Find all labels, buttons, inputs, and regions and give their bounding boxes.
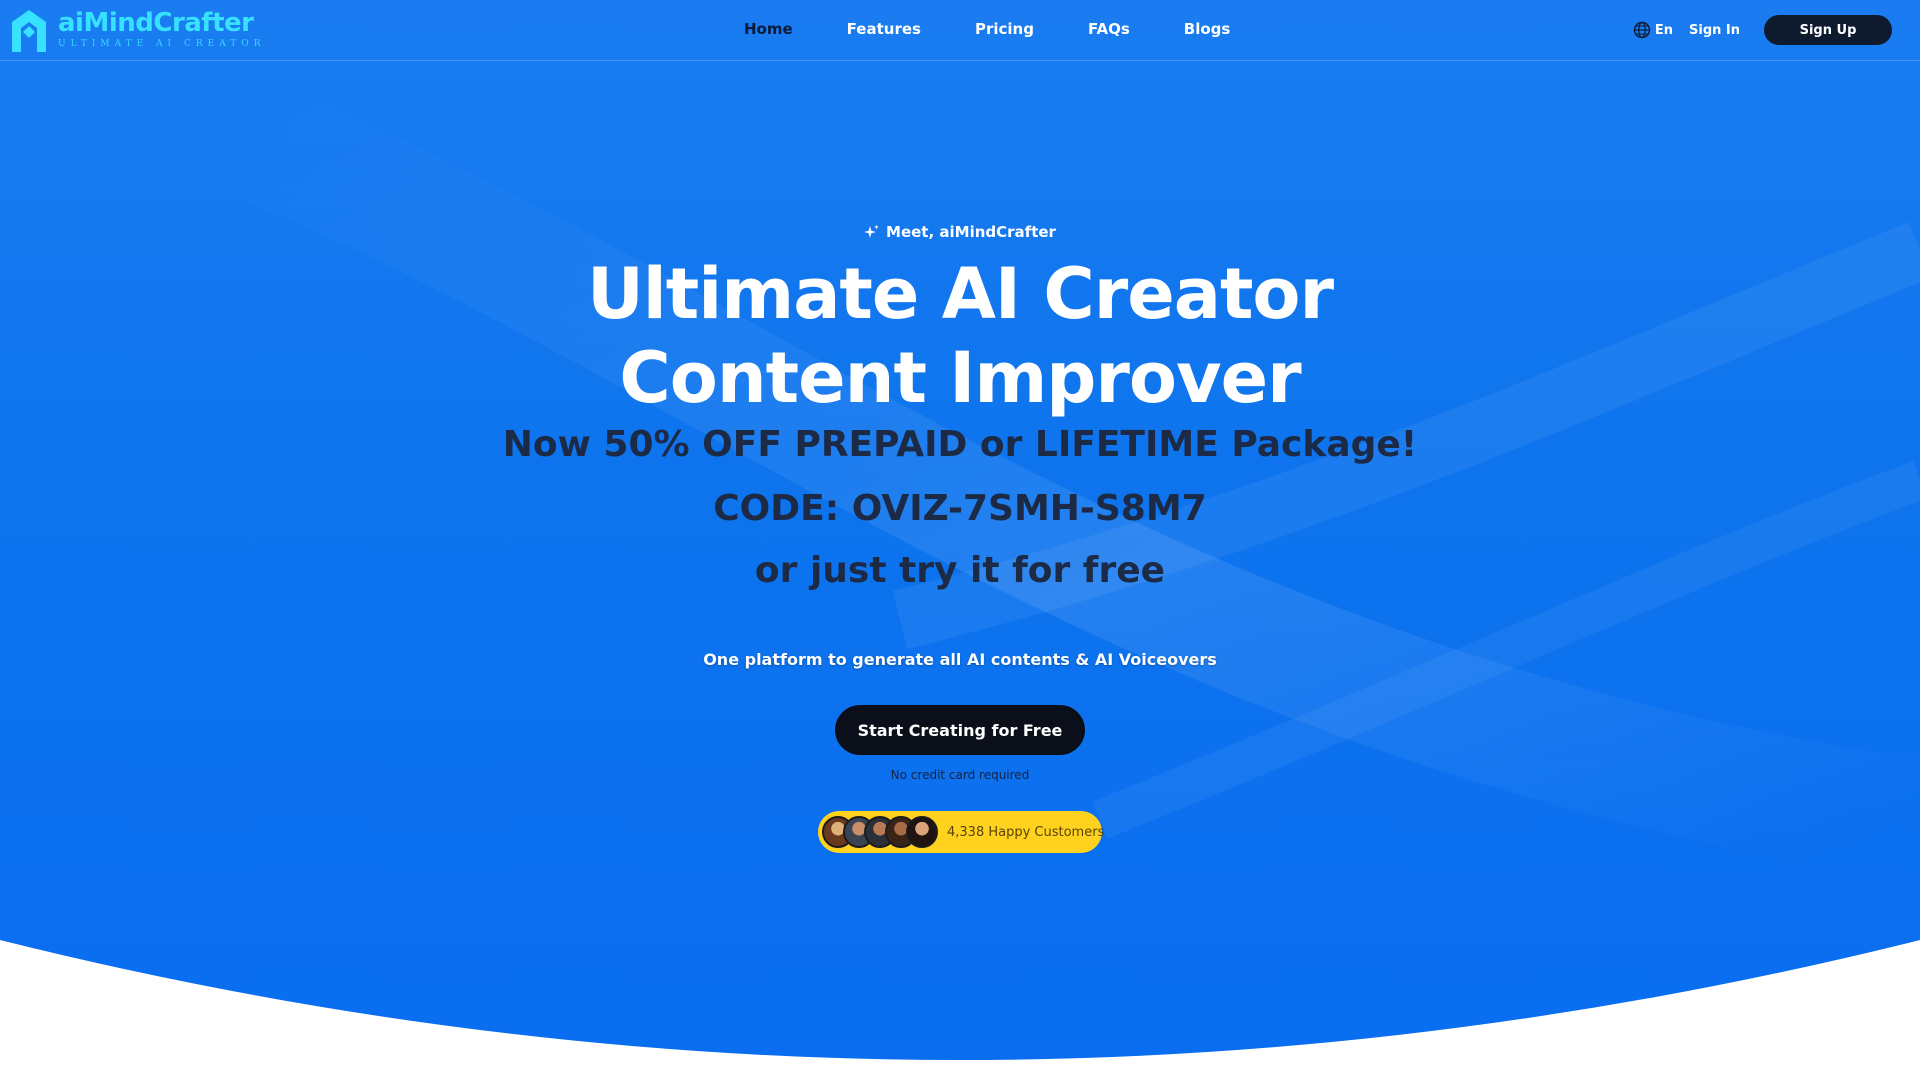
nav-item-faqs[interactable]: FAQs bbox=[1088, 20, 1130, 38]
nav-item-blogs[interactable]: Blogs bbox=[1184, 20, 1231, 38]
try-free-text: or just try it for free bbox=[754, 550, 1166, 591]
bottom-curve-divider bbox=[0, 940, 1920, 1080]
happy-customers-label: 4,338 Happy Customers bbox=[947, 824, 1105, 840]
hero-eyebrow: Meet, aiMindCrafter bbox=[0, 223, 1920, 241]
logo[interactable]: aiMindCrafter ULTIMATE AI CREATOR bbox=[10, 8, 265, 54]
hero-title-line-2: Content Improver bbox=[619, 337, 1301, 419]
eyebrow-text: Meet, aiMindCrafter bbox=[886, 223, 1056, 241]
logo-mark-icon bbox=[12, 10, 46, 52]
sparkle-icon bbox=[864, 224, 880, 238]
hero-title-line-1: Ultimate AI Creator bbox=[586, 253, 1334, 335]
promo-text: Now 50% OFF PREPAID or LIFETIME Package! bbox=[502, 424, 1418, 465]
nav-item-features[interactable]: Features bbox=[847, 20, 921, 38]
start-creating-button[interactable]: Start Creating for Free bbox=[835, 705, 1085, 755]
sign-in-link[interactable]: Sign In bbox=[1689, 23, 1740, 38]
nav-item-pricing[interactable]: Pricing bbox=[975, 20, 1034, 38]
nav-item-home[interactable]: Home bbox=[744, 20, 793, 38]
happy-customers-badge: 4,338 Happy Customers bbox=[818, 811, 1105, 853]
no-credit-card-note: No credit card required bbox=[890, 768, 1030, 782]
main-nav: Home Features Pricing FAQs Blogs bbox=[744, 20, 1284, 38]
site-header: aiMindCrafter ULTIMATE AI CREATOR Home F… bbox=[0, 0, 1920, 61]
avatar bbox=[906, 816, 938, 848]
customers-wrapper: 4,338 Happy Customers bbox=[0, 811, 1920, 853]
hero-subtitle: One platform to generate all AI contents… bbox=[703, 650, 1217, 669]
avatar-stack bbox=[822, 816, 938, 848]
logo-tagline: ULTIMATE AI CREATOR bbox=[58, 39, 266, 49]
hero-title: Ultimate AI Creator Content Improver bbox=[0, 252, 1920, 420]
language-label: En bbox=[1654, 22, 1673, 38]
promo-code: CODE: OVIZ-7SMH-S8M7 bbox=[713, 488, 1207, 529]
logo-name: aiMindCrafter bbox=[58, 8, 254, 38]
header-actions: En Sign In Sign Up bbox=[1633, 15, 1892, 45]
page: aiMindCrafter ULTIMATE AI CREATOR Home F… bbox=[0, 0, 1920, 1080]
hero-section bbox=[0, 0, 1920, 1080]
sign-up-button[interactable]: Sign Up bbox=[1764, 15, 1892, 45]
language-switcher[interactable]: En bbox=[1633, 21, 1673, 39]
cta-wrapper: Start Creating for Free bbox=[0, 705, 1920, 755]
globe-icon bbox=[1633, 21, 1651, 39]
